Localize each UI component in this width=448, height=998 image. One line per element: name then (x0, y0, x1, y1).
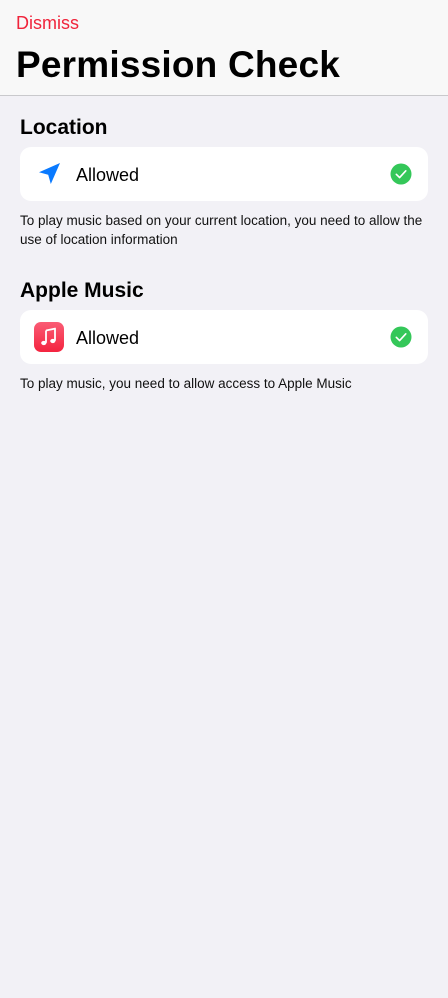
apple-music-status-label: Allowed (76, 328, 140, 348)
location-description: To play music based on your current loca… (20, 213, 423, 247)
dismiss-button[interactable]: Dismiss (16, 12, 79, 34)
apple-music-permission-row[interactable]: Allowed (20, 310, 428, 364)
checkmark-icon (390, 163, 412, 185)
section-title-apple-music: Apple Music (20, 279, 144, 302)
checkmark-icon (390, 326, 412, 348)
location-permission-row[interactable]: Allowed (20, 147, 428, 201)
apple-music-description: To play music, you need to allow access … (20, 376, 352, 391)
page-title: Permission Check (16, 44, 341, 85)
location-arrow-icon (34, 159, 64, 189)
location-status-label: Allowed (76, 165, 140, 185)
navigation-header: Dismiss Permission Check (0, 0, 448, 96)
section-title-location: Location (20, 116, 108, 139)
apple-music-icon (34, 322, 64, 352)
